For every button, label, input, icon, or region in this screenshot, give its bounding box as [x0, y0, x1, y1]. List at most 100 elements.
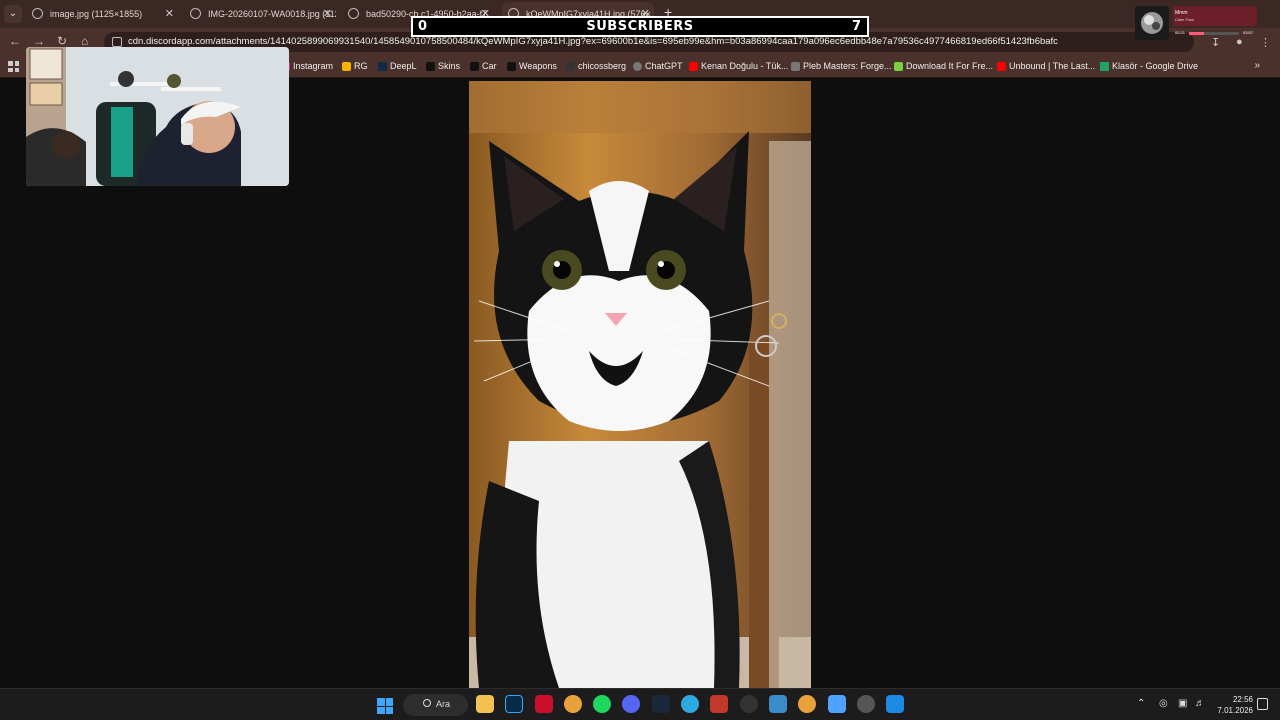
bookmark-label: Download It For Fre...: [906, 61, 994, 71]
bookmark-chicossberg[interactable]: chicossberg: [566, 61, 626, 71]
bookmark-label: DeepL: [390, 61, 417, 71]
reload-button[interactable]: ↻: [57, 34, 67, 48]
notification-icon[interactable]: [1257, 698, 1268, 710]
skins-icon: [426, 62, 435, 71]
tab-image-jpg[interactable]: image.jpg (1125×1855) ✕: [26, 2, 178, 26]
track-progress-bar[interactable]: [1189, 32, 1239, 35]
cat-photo-illustration: [469, 81, 811, 688]
globe-icon: [348, 8, 359, 19]
subscriber-goal: 7: [851, 19, 861, 34]
bookmark-label: RG: [354, 61, 368, 71]
globe-icon: [190, 8, 201, 19]
more-bookmarks-icon[interactable]: »: [1254, 60, 1260, 71]
video-editor-icon[interactable]: [710, 695, 728, 713]
search-label: Ara: [436, 699, 451, 709]
track-artist: Calm Flow: [1175, 17, 1194, 22]
apps-grid-icon[interactable]: [8, 61, 19, 72]
bookmark-rg[interactable]: RG: [342, 61, 368, 71]
google-drive-icon: [1100, 62, 1109, 71]
deepl-icon: [378, 62, 387, 71]
bookmark-unbound[interactable]: Unbound | The Last...: [997, 61, 1095, 71]
tab-img-wa0018[interactable]: IMG-20260107-WA0018.jpg (1125× ✕: [184, 2, 336, 26]
bookmark-google-drive[interactable]: Klasör - Google Drive: [1100, 61, 1198, 71]
microphone-icon[interactable]: ◎: [1159, 698, 1168, 709]
screen: ⌄ image.jpg (1125×1855) ✕ IMG-20260107-W…: [0, 0, 1280, 720]
bookmark-label: Instagram: [293, 61, 334, 71]
album-art: [1135, 6, 1169, 40]
forward-button[interactable]: →: [33, 34, 45, 48]
back-button[interactable]: ←: [9, 34, 21, 48]
discord-icon[interactable]: [622, 695, 640, 713]
webcam-overlay: [26, 47, 289, 186]
bookmark-car[interactable]: Car: [470, 61, 497, 71]
track-info-panel: [1173, 6, 1257, 26]
edge-icon[interactable]: [681, 695, 699, 713]
tab-title: image.jpg (1125×1855): [50, 9, 143, 19]
chrome-profile-icon[interactable]: [798, 695, 816, 713]
subscriber-goal-bar: 0 SUBSCRIBERS 7: [411, 16, 869, 37]
site-info-icon[interactable]: [112, 37, 122, 47]
game-launcher-icon[interactable]: [769, 695, 787, 713]
media-player-icon[interactable]: [857, 695, 875, 713]
car-icon: [470, 62, 479, 71]
globe-icon: [32, 8, 43, 19]
youtube-icon: [689, 62, 698, 71]
tray-overflow-icon[interactable]: ⌃: [1137, 698, 1145, 709]
url-text[interactable]: cdn.discordapp.com/attachments/141402589…: [128, 36, 1058, 47]
taskbar-search[interactable]: Ara: [403, 694, 468, 716]
notepad-icon[interactable]: [828, 695, 846, 713]
file-explorer-icon[interactable]: [476, 695, 494, 713]
media-widget[interactable]: Mmm Calm Flow 00:21 03:57: [1135, 6, 1257, 46]
search-icon: [423, 699, 431, 707]
chicossberg-icon: [566, 62, 575, 71]
youtube-icon: [997, 62, 1006, 71]
bookmark-label: ChatGPT: [645, 61, 683, 71]
windows-taskbar: Ara ⌃ ◎ ▣ ♬ 22:56 7.01.2026: [0, 688, 1280, 720]
pleb-masters-icon: [791, 62, 800, 71]
network-icon[interactable]: ▣: [1178, 698, 1187, 709]
close-icon[interactable]: ✕: [323, 2, 332, 26]
bookmark-label: Skins: [438, 61, 461, 71]
bookmark-label: Kenan Doğulu - Tük...: [701, 61, 789, 71]
bookmark-deepl[interactable]: DeepL: [378, 61, 417, 71]
cat-photo[interactable]: [469, 81, 811, 688]
download-icon: [894, 62, 903, 71]
bookmark-chatgpt[interactable]: ChatGPT: [633, 61, 683, 71]
album-art-image: [1135, 6, 1169, 40]
obs-icon[interactable]: [740, 695, 758, 713]
windows-start-button[interactable]: [377, 698, 393, 714]
photos-icon[interactable]: [886, 695, 904, 713]
weapons-icon: [507, 62, 516, 71]
chrome-icon[interactable]: [564, 695, 582, 713]
bookmark-kenan-dogulu[interactable]: Kenan Doğulu - Tük...: [689, 61, 788, 71]
tab-search-menu-button[interactable]: ⌄: [4, 5, 22, 23]
bookmark-weapons[interactable]: Weapons: [507, 61, 557, 71]
photoshop-icon[interactable]: [505, 695, 523, 713]
bookmark-label: Klasör - Google Drive: [1112, 61, 1199, 71]
bookmark-label: chicossberg: [578, 61, 627, 71]
spotify-icon[interactable]: [593, 695, 611, 713]
volume-icon[interactable]: ♬: [1195, 698, 1205, 709]
clock-date: 7.01.2026: [1217, 706, 1253, 715]
system-clock[interactable]: 22:56 7.01.2026: [1217, 694, 1253, 716]
home-button[interactable]: ⌂: [81, 34, 88, 48]
track-duration: 03:57: [1243, 30, 1254, 35]
bookmark-pleb-masters[interactable]: Pleb Masters: Forge...: [791, 61, 892, 71]
webcam-feed: [26, 47, 289, 186]
bookmark-download-it[interactable]: Download It For Fre...: [894, 61, 993, 71]
bookmark-label: Pleb Masters: Forge...: [803, 61, 892, 71]
filezilla-icon[interactable]: [535, 695, 553, 713]
bookmark-label: Car: [482, 61, 497, 71]
subscriber-label: SUBSCRIBERS: [586, 19, 694, 34]
rg-icon: [342, 62, 351, 71]
steam-icon[interactable]: [652, 695, 670, 713]
clock-time: 22:56: [1232, 695, 1253, 704]
bookmark-label: Weapons: [519, 61, 557, 71]
track-title: Mmm: [1175, 10, 1188, 16]
tab-title: IMG-20260107-WA0018.jpg (1125×: [208, 9, 336, 19]
menu-icon[interactable]: ⋮: [1260, 36, 1271, 49]
close-icon[interactable]: ✕: [165, 2, 174, 26]
bookmark-skins[interactable]: Skins: [426, 61, 460, 71]
bookmark-label: Unbound | The Last...: [1009, 61, 1096, 71]
track-elapsed: 00:21: [1175, 30, 1186, 35]
